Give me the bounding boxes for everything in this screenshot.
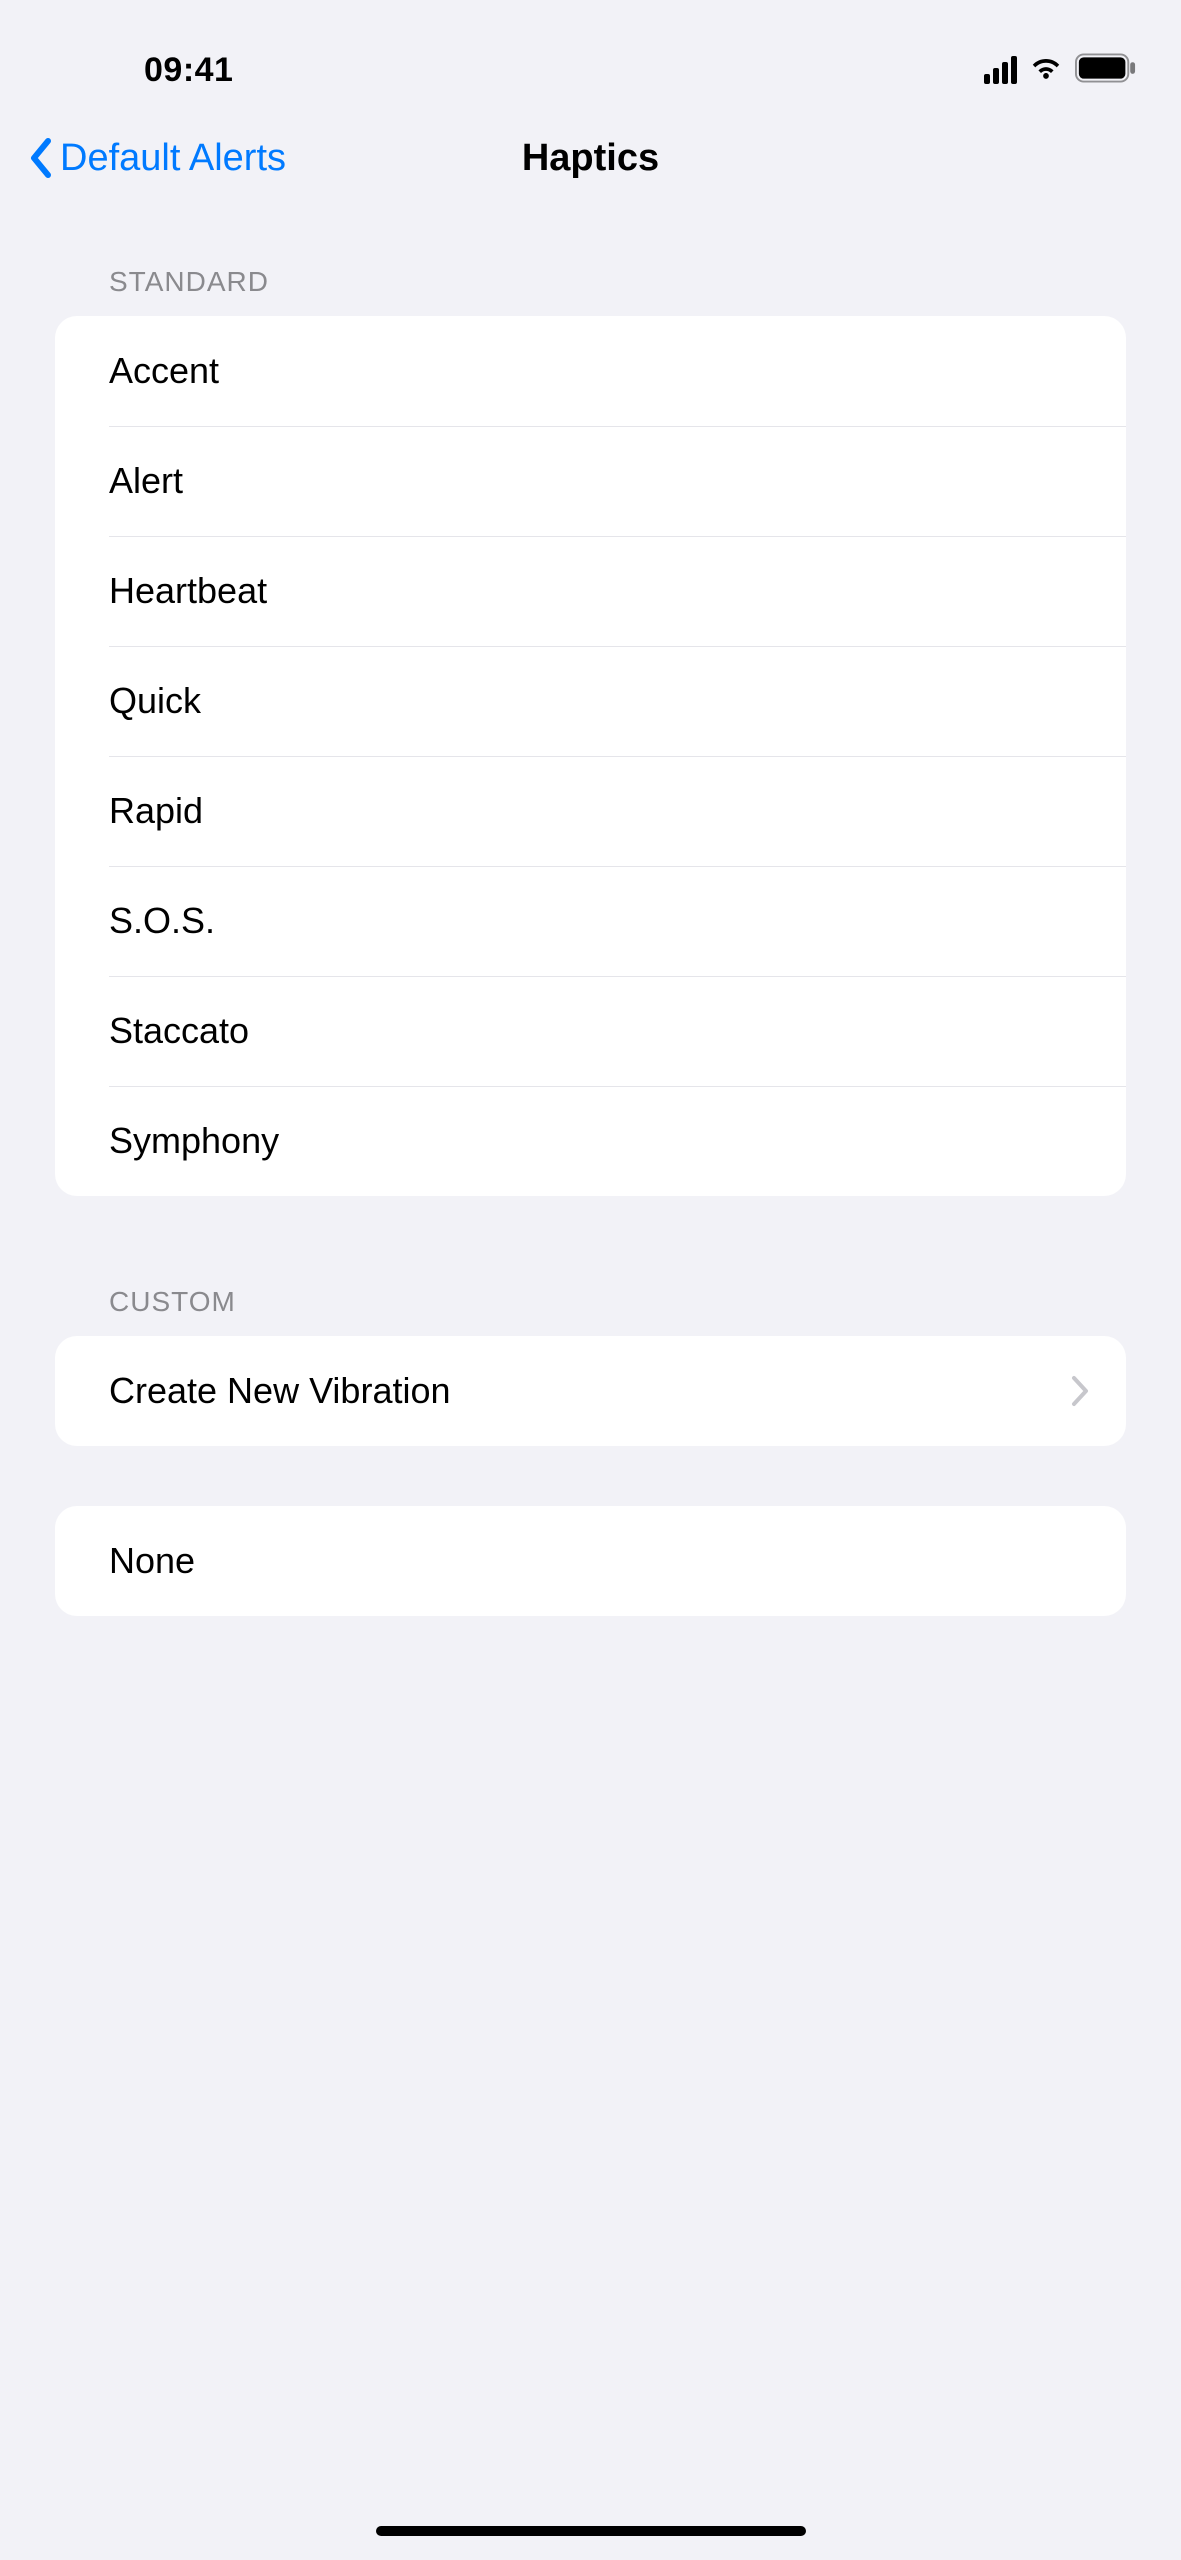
haptic-alert[interactable]: Alert bbox=[55, 426, 1126, 536]
content: STANDARD Accent Alert Heartbeat Quick Ra… bbox=[0, 206, 1181, 1616]
wifi-icon bbox=[1029, 54, 1063, 87]
haptic-sos[interactable]: S.O.S. bbox=[55, 866, 1126, 976]
status-bar: 09:41 bbox=[0, 0, 1181, 110]
haptic-rapid[interactable]: Rapid bbox=[55, 756, 1126, 866]
cellular-icon bbox=[984, 56, 1017, 84]
section-header-standard: STANDARD bbox=[55, 206, 1126, 316]
haptic-heartbeat[interactable]: Heartbeat bbox=[55, 536, 1126, 646]
status-indicators bbox=[984, 53, 1137, 88]
section-header-custom: CUSTOM bbox=[55, 1196, 1126, 1336]
haptic-accent[interactable]: Accent bbox=[55, 316, 1126, 426]
row-label: Staccato bbox=[109, 1010, 249, 1052]
row-label: Create New Vibration bbox=[109, 1370, 451, 1412]
haptic-quick[interactable]: Quick bbox=[55, 646, 1126, 756]
row-label: Accent bbox=[109, 350, 219, 392]
create-new-vibration[interactable]: Create New Vibration bbox=[55, 1336, 1126, 1446]
haptic-symphony[interactable]: Symphony bbox=[55, 1086, 1126, 1196]
section-standard: Accent Alert Heartbeat Quick Rapid S.O.S… bbox=[55, 316, 1126, 1196]
back-label: Default Alerts bbox=[60, 137, 286, 180]
page-title: Haptics bbox=[522, 137, 659, 180]
row-label: Heartbeat bbox=[109, 570, 267, 612]
row-label: None bbox=[109, 1540, 195, 1582]
haptic-none[interactable]: None bbox=[55, 1506, 1126, 1616]
haptic-staccato[interactable]: Staccato bbox=[55, 976, 1126, 1086]
home-indicator bbox=[376, 2526, 806, 2536]
section-none: None bbox=[55, 1506, 1126, 1616]
row-label: Rapid bbox=[109, 790, 203, 832]
row-label: S.O.S. bbox=[109, 900, 215, 942]
chevron-left-icon bbox=[28, 137, 56, 179]
nav-bar: Default Alerts Haptics bbox=[0, 110, 1181, 206]
status-time: 09:41 bbox=[144, 51, 233, 90]
row-label: Quick bbox=[109, 680, 201, 722]
row-label: Symphony bbox=[109, 1120, 279, 1162]
row-label: Alert bbox=[109, 460, 183, 502]
chevron-right-icon bbox=[1070, 1374, 1090, 1408]
screen: 09:41 bbox=[0, 0, 1181, 2560]
back-button[interactable]: Default Alerts bbox=[0, 137, 286, 180]
section-custom: Create New Vibration bbox=[55, 1336, 1126, 1446]
battery-icon bbox=[1075, 53, 1137, 88]
